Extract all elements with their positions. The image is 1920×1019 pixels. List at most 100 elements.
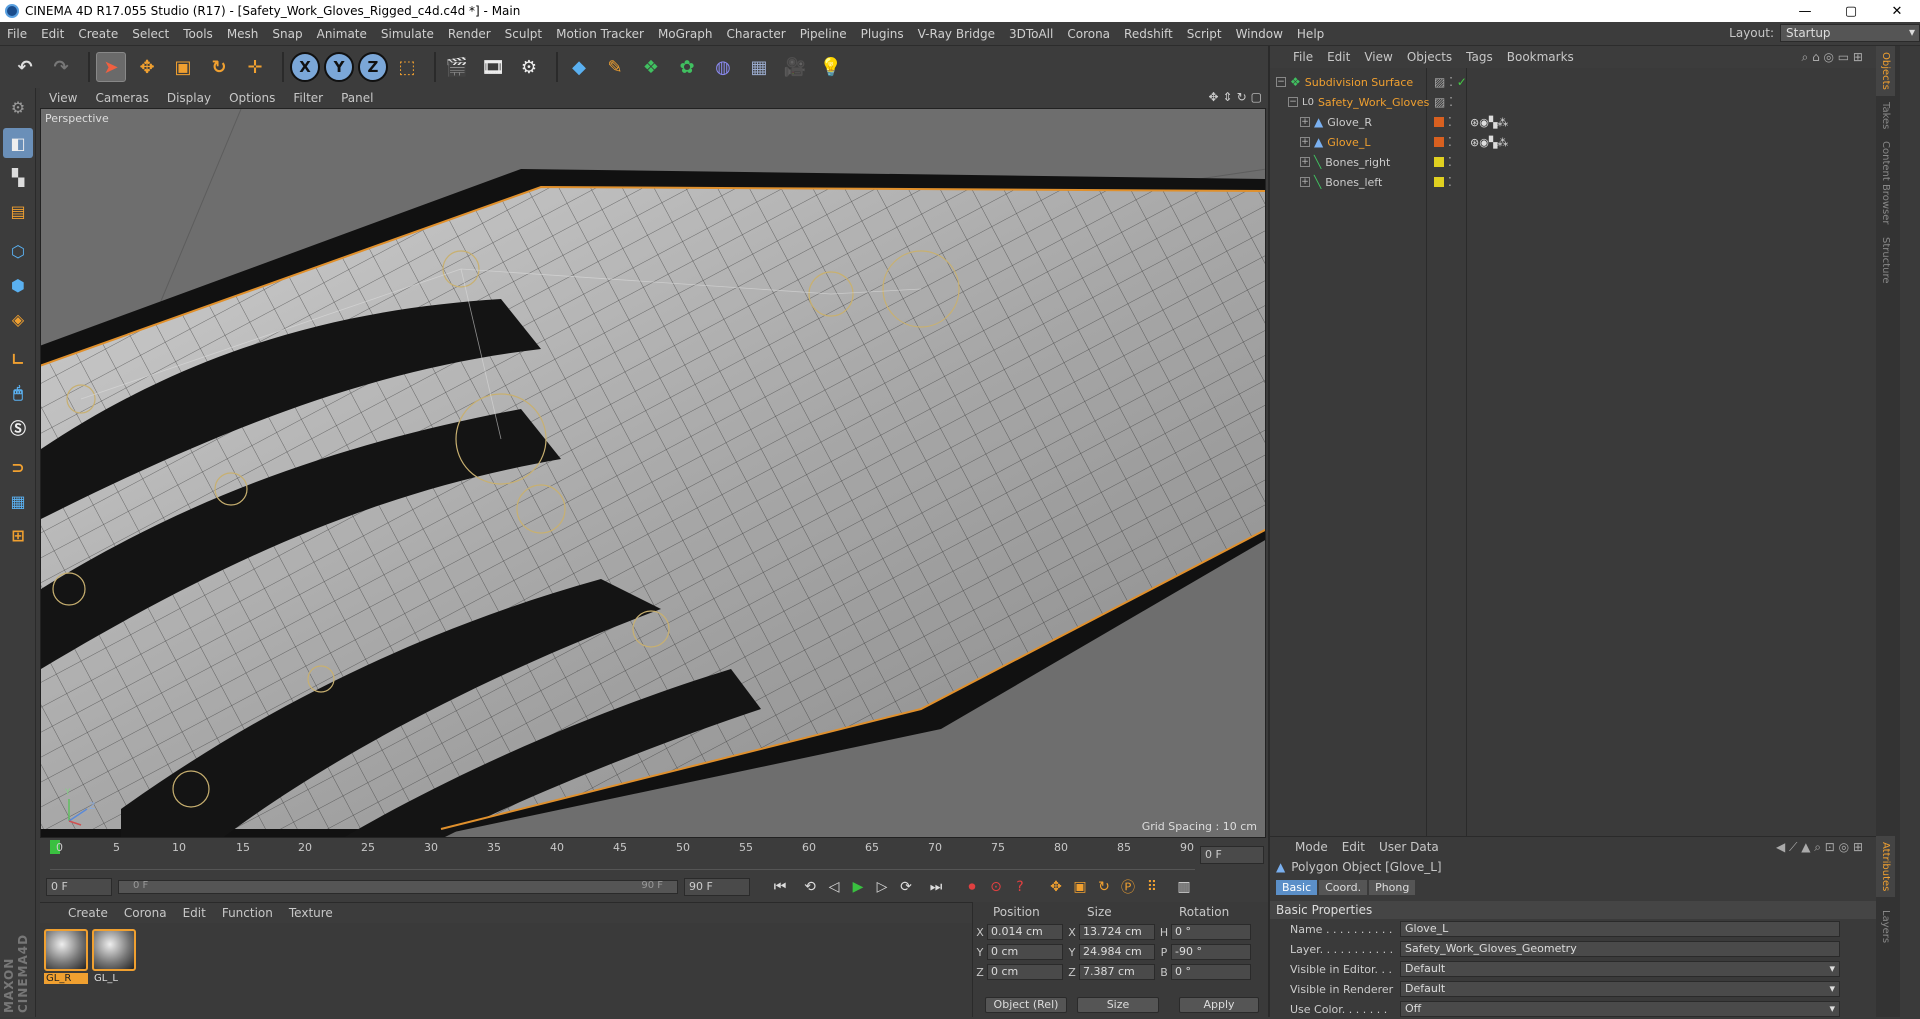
menu-script[interactable]: Script (1180, 27, 1229, 41)
previous-key-icon[interactable]: ⟲ (798, 875, 822, 899)
rotation-p-field[interactable]: -90 ° (1171, 944, 1251, 960)
size-x-field[interactable]: 13.724 cm (1079, 924, 1155, 940)
name-field[interactable]: Glove_L (1400, 921, 1840, 937)
menu-select[interactable]: Select (125, 27, 176, 41)
deformer-icon[interactable]: ◍ (708, 52, 738, 82)
menu-character[interactable]: Character (719, 27, 792, 41)
menu-edit[interactable]: Edit (34, 27, 71, 41)
tab-basic[interactable]: Basic (1276, 879, 1318, 895)
close-button[interactable]: ✕ (1874, 4, 1920, 19)
expand-icon[interactable]: + (1300, 157, 1310, 167)
y-axis-lock-icon[interactable]: Y (324, 52, 354, 82)
tree-row-bones-right[interactable]: + ╲ Bones_right ⁚ (1270, 152, 1870, 172)
viewport-menu-display[interactable]: Display (158, 91, 220, 105)
redo-icon[interactable]: ↷ (46, 52, 76, 82)
viewport-move-icon[interactable]: ✥ (1208, 90, 1218, 104)
visibility-toggle-icon[interactable]: ⁚ (1448, 115, 1452, 129)
viewport-menu-panel[interactable]: Panel (332, 91, 382, 105)
tab-content-browser[interactable]: Content Browser (1876, 135, 1895, 230)
layer-color-swatch[interactable] (1434, 117, 1444, 127)
expand-icon[interactable]: + (1300, 177, 1310, 187)
menu-pipeline[interactable]: Pipeline (793, 27, 854, 41)
tab-phong[interactable]: Phong (1369, 879, 1416, 895)
go-to-start-icon[interactable]: ⏮ (768, 875, 792, 899)
menu-mesh[interactable]: Mesh (220, 27, 266, 41)
objects-menu-edit[interactable]: Edit (1320, 50, 1357, 64)
make-editable-icon[interactable]: ⚙ (3, 92, 33, 122)
tab-layers[interactable]: Layers (1876, 904, 1895, 949)
objects-menu-view[interactable]: View (1357, 50, 1399, 64)
apply-button[interactable]: Apply (1179, 997, 1259, 1013)
use-color-select[interactable]: Off (1400, 1001, 1840, 1017)
menu-help[interactable]: Help (1290, 27, 1331, 41)
size-z-field[interactable]: 7.387 cm (1079, 964, 1155, 980)
expand-icon[interactable]: + (1300, 137, 1310, 147)
tab-coord[interactable]: Coord. (1319, 879, 1368, 895)
next-key-icon[interactable]: ⟳ (894, 875, 918, 899)
tree-row-safety-work-gloves[interactable]: − L0 Safety_Work_Gloves ▨ ⁚ (1270, 92, 1870, 112)
tags-icon[interactable]: ⊛◉▚⁂ (1470, 116, 1508, 129)
menu-3dtoall[interactable]: 3DToAll (1002, 27, 1060, 41)
viewport-zoom-icon[interactable]: ⇕ (1223, 90, 1233, 104)
floor-icon[interactable]: ▦ (744, 52, 774, 82)
material-menu-create[interactable]: Create (60, 906, 116, 920)
planar-workplane-icon[interactable]: ⊞ (3, 520, 33, 550)
objects-menu-objects[interactable]: Objects (1400, 50, 1459, 64)
snap-icon[interactable]: Ⓢ (3, 412, 33, 442)
material-swatch[interactable]: GL_L (92, 929, 136, 984)
keyframe-selection-icon[interactable]: ? (1008, 875, 1032, 899)
tweak-mode-icon[interactable]: 🖱 (3, 378, 33, 408)
camera-icon[interactable]: 🎥 (780, 52, 810, 82)
objects-menu-bookmarks[interactable]: Bookmarks (1500, 50, 1581, 64)
coordinate-system-icon[interactable]: ⬚ (392, 52, 422, 82)
key-rotation-icon[interactable]: ↻ (1092, 875, 1116, 899)
menu-create[interactable]: Create (71, 27, 125, 41)
position-x-field[interactable]: 0.014 cm (987, 924, 1063, 940)
light-icon[interactable]: 💡 (816, 52, 846, 82)
workplane-icon[interactable]: ▤ (3, 196, 33, 226)
auto-key-icon[interactable]: ⊙ (984, 875, 1008, 899)
menu-tools[interactable]: Tools (176, 27, 220, 41)
objects-search-icon[interactable]: ⌕ ⌂ ◎ ▭ ⊞ (1795, 50, 1870, 65)
array-icon[interactable]: ✿ (672, 52, 702, 82)
collapse-icon[interactable]: − (1276, 77, 1286, 87)
visibility-toggle-icon[interactable]: ⁚ (1448, 135, 1452, 149)
go-to-end-icon[interactable]: ⏭ (924, 875, 948, 899)
menu-plugins[interactable]: Plugins (854, 27, 911, 41)
coordinate-mode-select[interactable]: Object (Rel) (985, 997, 1067, 1013)
viewport-toggle-icon[interactable]: ▢ (1251, 90, 1262, 104)
viewport-menu-options[interactable]: Options (220, 91, 284, 105)
visibility-toggle-icon[interactable]: ⁚ (1448, 155, 1452, 169)
points-mode-icon[interactable]: ⬡ (3, 236, 33, 266)
attr-menu-mode[interactable]: Mode (1288, 840, 1335, 854)
render-view-icon[interactable]: 🎬 (442, 52, 472, 82)
objects-menu-tags[interactable]: Tags (1459, 50, 1500, 64)
tab-objects[interactable]: Objects (1876, 46, 1895, 96)
menu-motion-tracker[interactable]: Motion Tracker (549, 27, 651, 41)
menu-corona[interactable]: Corona (1060, 27, 1117, 41)
menu-animate[interactable]: Animate (310, 27, 374, 41)
visible-in-renderer-select[interactable]: Default (1400, 981, 1840, 997)
current-frame-field[interactable]: 0 F (1200, 846, 1264, 864)
menu-file[interactable]: File (0, 27, 34, 41)
attr-menu-user-data[interactable]: User Data (1372, 840, 1446, 854)
menu-render[interactable]: Render (441, 27, 498, 41)
timeline-window-icon[interactable]: ▥ (1172, 875, 1196, 899)
texture-mode-icon[interactable]: ▚ (3, 162, 33, 192)
material-swatch[interactable]: GL_R (44, 929, 88, 984)
rotation-h-field[interactable]: 0 ° (1171, 924, 1251, 940)
model-mode-icon[interactable]: ◧ (3, 128, 33, 158)
transform-icon[interactable]: ✛ (240, 52, 270, 82)
pen-spline-icon[interactable]: ✎ (600, 52, 630, 82)
viewport-menu-cameras[interactable]: Cameras (86, 91, 157, 105)
tab-takes[interactable]: Takes (1876, 96, 1895, 135)
viewport-menu-view[interactable]: View (40, 91, 86, 105)
render-picture-viewer-icon[interactable]: 🎞 (478, 52, 508, 82)
previous-frame-icon[interactable]: ◁ (822, 875, 846, 899)
menu-simulate[interactable]: Simulate (374, 27, 441, 41)
layer-color-swatch[interactable] (1434, 137, 1444, 147)
position-z-field[interactable]: 0 cm (987, 964, 1063, 980)
scale-icon[interactable]: ▣ (168, 52, 198, 82)
layer-field[interactable]: Safety_Work_Gloves_Geometry (1400, 941, 1840, 957)
timeline-ruler[interactable]: 0 5 10 15 20 25 30 35 40 45 50 55 60 65 … (40, 838, 1268, 872)
